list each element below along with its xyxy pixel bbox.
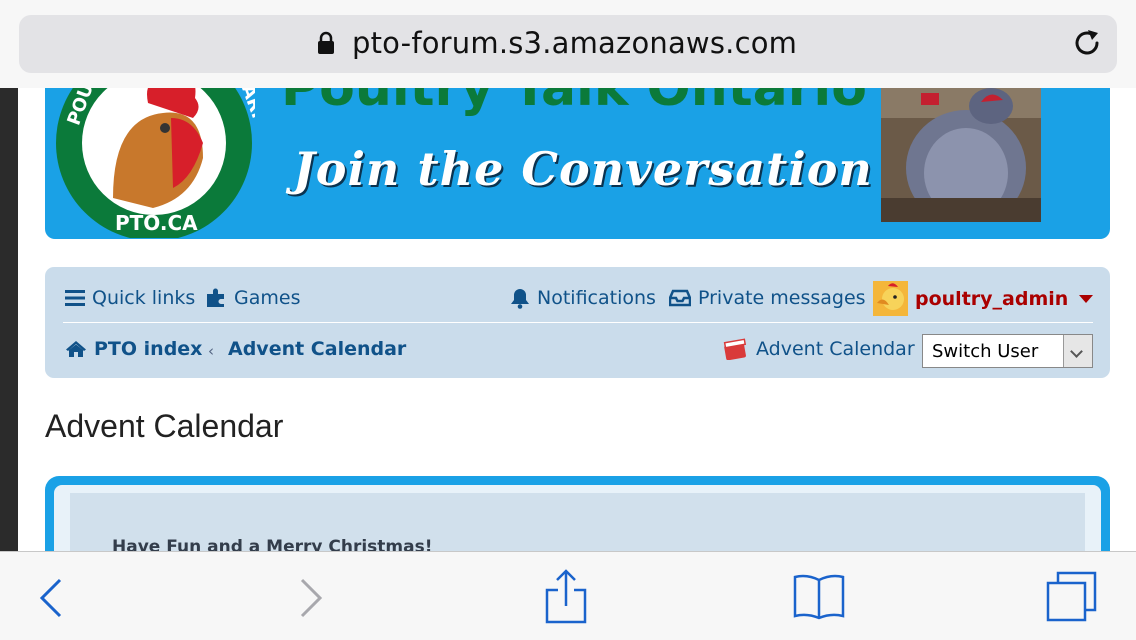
user-menu[interactable]: poultry_admin bbox=[873, 281, 1094, 316]
breadcrumb-home-label: PTO index bbox=[94, 338, 203, 360]
url-text[interactable]: pto-forum.s3.amazonaws.com bbox=[352, 26, 797, 60]
inbox-icon bbox=[669, 289, 691, 307]
reload-icon[interactable] bbox=[1071, 27, 1103, 59]
bell-icon bbox=[511, 289, 529, 309]
chicken-photo bbox=[881, 88, 1041, 222]
site-banner[interactable]: POU ARIO PTO.CA Poultry Talk Ontario Joi… bbox=[45, 88, 1110, 239]
page-title: Advent Calendar bbox=[45, 408, 284, 444]
caret-down-icon bbox=[1079, 294, 1094, 303]
avatar bbox=[873, 281, 908, 316]
breadcrumb-separator: ‹ bbox=[208, 342, 214, 360]
games-link[interactable]: Games bbox=[205, 287, 300, 309]
tabs-icon[interactable] bbox=[1045, 571, 1099, 623]
breadcrumb-current-label: Advent Calendar bbox=[228, 338, 407, 360]
advent-calendar-link[interactable]: Advent Calendar bbox=[723, 338, 915, 360]
breadcrumb-current[interactable]: Advent Calendar bbox=[228, 338, 406, 360]
chevron-down-icon[interactable] bbox=[1063, 335, 1092, 367]
username: poultry_admin bbox=[915, 287, 1069, 310]
breadcrumb-home[interactable]: PTO index bbox=[65, 338, 202, 360]
puzzle-icon bbox=[207, 288, 224, 307]
home-icon bbox=[66, 341, 86, 357]
share-icon[interactable] bbox=[544, 568, 588, 624]
menu-icon bbox=[65, 290, 85, 306]
advent-calendar-label: Advent Calendar bbox=[756, 338, 915, 360]
logo-text-bottom: PTO.CA bbox=[115, 211, 198, 235]
notifications-label: Notifications bbox=[537, 287, 656, 309]
quick-links-label: Quick links bbox=[92, 287, 196, 309]
nav-panel: Quick links Games Notifications Private … bbox=[45, 267, 1110, 378]
nav-divider bbox=[63, 322, 1093, 323]
quick-links-button[interactable]: Quick links bbox=[65, 287, 195, 309]
bookmarks-icon[interactable] bbox=[792, 572, 846, 620]
banner-title: Poultry Talk Ontario bbox=[281, 88, 867, 118]
window-edge bbox=[0, 88, 18, 552]
banner-tagline: Join the Conversation bbox=[293, 142, 873, 196]
games-label: Games bbox=[234, 287, 301, 309]
switch-user-label: Switch User bbox=[932, 341, 1039, 362]
forward-icon[interactable] bbox=[298, 578, 324, 618]
private-messages-label: Private messages bbox=[698, 287, 866, 309]
back-icon[interactable] bbox=[38, 578, 64, 618]
notifications-link[interactable]: Notifications bbox=[510, 287, 656, 309]
calendar-gift-icon bbox=[723, 338, 747, 360]
lock-icon bbox=[318, 31, 334, 54]
pto-logo: POU ARIO PTO.CA bbox=[56, 88, 255, 238]
private-messages-link[interactable]: Private messages bbox=[669, 287, 866, 309]
browser-top-bar: pto-forum.s3.amazonaws.com bbox=[0, 0, 1136, 88]
browser-toolbar bbox=[0, 551, 1136, 640]
switch-user-select[interactable]: Switch User bbox=[922, 334, 1093, 368]
